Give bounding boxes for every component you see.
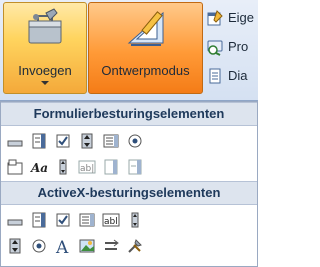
scroll-bar-icon[interactable] [125, 210, 145, 230]
image-icon[interactable] [77, 236, 97, 256]
scroll-bar-icon[interactable] [53, 157, 73, 177]
checkbox-icon[interactable] [53, 131, 73, 151]
label-icon[interactable]: Aa [29, 157, 49, 177]
combo-box-icon[interactable] [29, 210, 49, 230]
dialog-button[interactable]: Dia [206, 64, 254, 87]
activex-controls-row-1: abl [5, 208, 145, 232]
label-icon[interactable]: A [53, 236, 73, 256]
svg-text:A: A [55, 238, 69, 255]
small-button-stack: Eige Pro Dia [206, 6, 254, 93]
option-button-icon[interactable] [29, 236, 49, 256]
properties-label: Eige [228, 10, 255, 25]
svg-text:Aa: Aa [30, 161, 48, 175]
checkbox-icon[interactable] [53, 210, 73, 230]
form-controls-row-2: Aa ab| [5, 155, 145, 179]
design-mode-label: Ontwerpmodus [101, 63, 190, 78]
insert-label: Invoegen [18, 63, 72, 78]
combo-dropdown-edit-icon[interactable] [125, 157, 145, 177]
more-controls-icon[interactable] [125, 236, 145, 256]
properties-button[interactable]: Eige [206, 6, 254, 29]
dropdown-arrow-icon [41, 81, 49, 85]
svg-text:ab|: ab| [80, 164, 94, 174]
controls-dropdown-panel: Formulierbesturingselementen Aa ab| Acti… [0, 101, 258, 267]
combo-list-edit-icon[interactable] [101, 157, 121, 177]
activex-controls-header: ActiveX-besturingselementen [1, 181, 257, 205]
command-button-icon[interactable] [5, 210, 25, 230]
design-mode-icon [127, 11, 163, 46]
button-control-icon[interactable] [5, 131, 25, 151]
list-box-icon[interactable] [101, 131, 121, 151]
group-box-icon[interactable] [5, 157, 25, 177]
properties-icon [207, 9, 223, 25]
dialog-icon [209, 68, 221, 83]
toggle-button-icon[interactable] [101, 236, 121, 256]
insert-button[interactable]: Invoegen [3, 2, 87, 94]
view-code-label: Pro [228, 39, 249, 54]
form-controls-row-1 [5, 129, 145, 153]
spin-button-icon[interactable] [5, 236, 25, 256]
activex-controls-row-2: A [5, 234, 145, 258]
text-field-icon[interactable]: ab| [77, 157, 97, 177]
view-code-icon [207, 40, 223, 56]
dialog-label: Dia [228, 68, 248, 83]
combo-box-icon[interactable] [29, 131, 49, 151]
list-box-icon[interactable] [77, 210, 97, 230]
ribbon-controls-group: Invoegen Ontwerpmodus Eige Pro Dia [0, 0, 258, 101]
view-code-button[interactable]: Pro [206, 35, 254, 58]
form-controls-header: Formulierbesturingselementen [1, 102, 257, 126]
spin-button-icon[interactable] [77, 131, 97, 151]
option-button-icon[interactable] [125, 131, 145, 151]
svg-text:abl: abl [104, 217, 118, 227]
toolbox-icon [28, 8, 62, 44]
design-mode-button[interactable]: Ontwerpmodus [88, 2, 203, 94]
text-box-icon[interactable]: abl [101, 210, 121, 230]
